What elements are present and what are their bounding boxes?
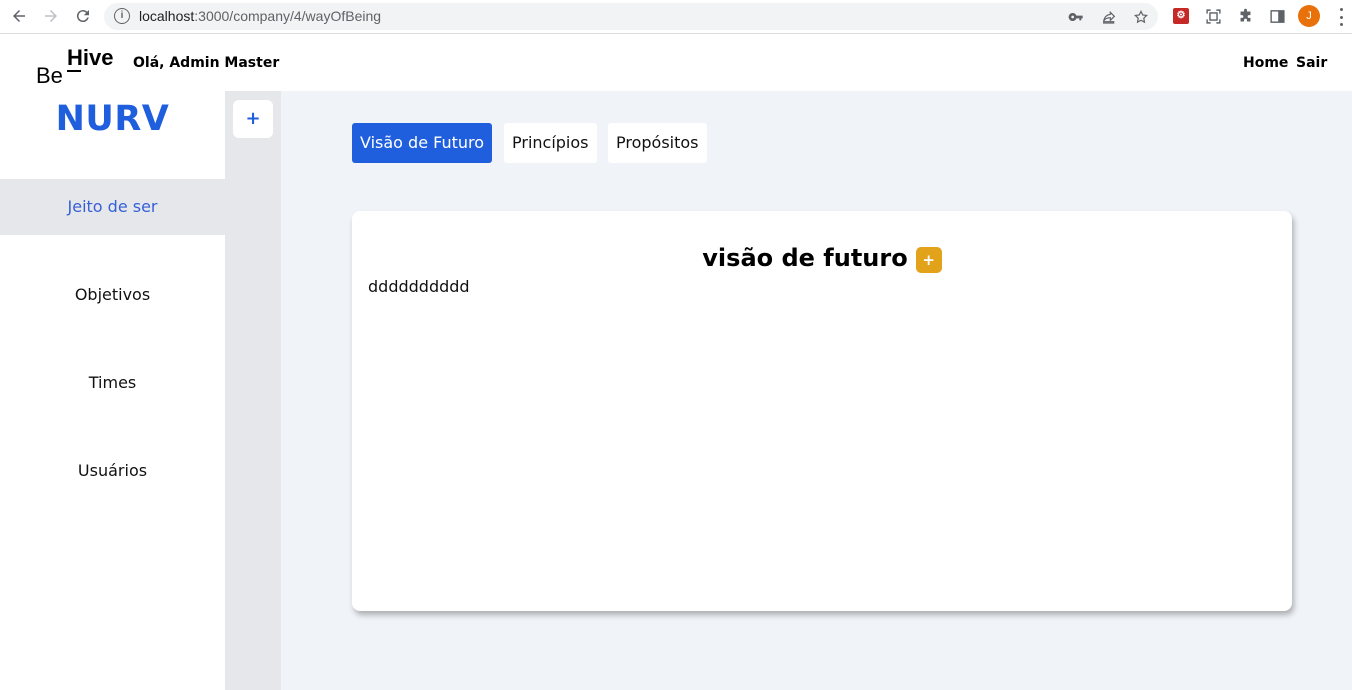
- star-icon[interactable]: [1131, 7, 1151, 27]
- extension-icon[interactable]: ⚙: [1171, 6, 1191, 26]
- tab-propositos[interactable]: Propósitos: [608, 123, 707, 163]
- back-arrow-icon[interactable]: [6, 4, 32, 28]
- vision-card: visão de futuro + dddddddddd: [352, 211, 1292, 611]
- sidebar-item-times[interactable]: Times: [0, 355, 225, 411]
- secondary-rail: +: [225, 91, 281, 690]
- logo-be: Be: [36, 63, 63, 88]
- logout-link[interactable]: Sair: [1296, 55, 1327, 71]
- card-header: visão de futuro +: [352, 243, 1292, 273]
- url-path: :3000/company/4/wayOfBeing: [194, 8, 382, 24]
- profile-avatar[interactable]: J: [1298, 5, 1320, 27]
- kebab-menu-icon[interactable]: [1333, 8, 1349, 26]
- key-icon[interactable]: [1066, 7, 1086, 27]
- side-panel-icon[interactable]: [1267, 6, 1287, 26]
- card-title: visão de futuro: [702, 244, 908, 272]
- home-link[interactable]: Home: [1243, 55, 1288, 71]
- sidebar: NURV Jeito de ser Objetivos Times Usuári…: [0, 91, 225, 690]
- tab-principios[interactable]: Princípios: [504, 123, 597, 163]
- url-text: localhost:3000/company/4/wayOfBeing: [139, 8, 381, 24]
- sidebar-item-usuarios[interactable]: Usuários: [0, 443, 225, 499]
- behive-logo[interactable]: Be Hive: [36, 45, 126, 88]
- tab-visao-de-futuro[interactable]: Visão de Futuro: [352, 123, 493, 163]
- app-header: Be Hive Olá, Admin Master Home Sair: [0, 35, 1352, 91]
- main-content: Visão de Futuro Princípios Propósitos vi…: [281, 91, 1352, 690]
- add-button[interactable]: +: [233, 100, 273, 138]
- add-vision-button[interactable]: +: [915, 247, 942, 273]
- address-bar[interactable]: i localhost:3000/company/4/wayOfBeing: [104, 3, 1158, 30]
- puzzle-icon[interactable]: [1235, 6, 1255, 26]
- site-info-icon[interactable]: i: [114, 8, 130, 24]
- browser-toolbar: i localhost:3000/company/4/wayOfBeing ⚙ …: [0, 0, 1352, 34]
- greeting-text: Olá, Admin Master: [133, 55, 280, 71]
- logo-hive: Hive: [67, 45, 114, 70]
- share-icon[interactable]: [1099, 7, 1119, 27]
- vision-text: dddddddddd: [368, 277, 470, 296]
- url-host: localhost: [139, 8, 195, 24]
- company-name: NURV: [55, 99, 170, 139]
- sidebar-item-objetivos[interactable]: Objetivos: [0, 267, 225, 323]
- reload-icon[interactable]: [70, 4, 96, 28]
- screenshot-icon[interactable]: [1203, 6, 1223, 26]
- sidebar-item-jeito-de-ser[interactable]: Jeito de ser: [0, 179, 225, 235]
- forward-arrow-icon[interactable]: [38, 4, 64, 28]
- logo-dash: [67, 70, 81, 72]
